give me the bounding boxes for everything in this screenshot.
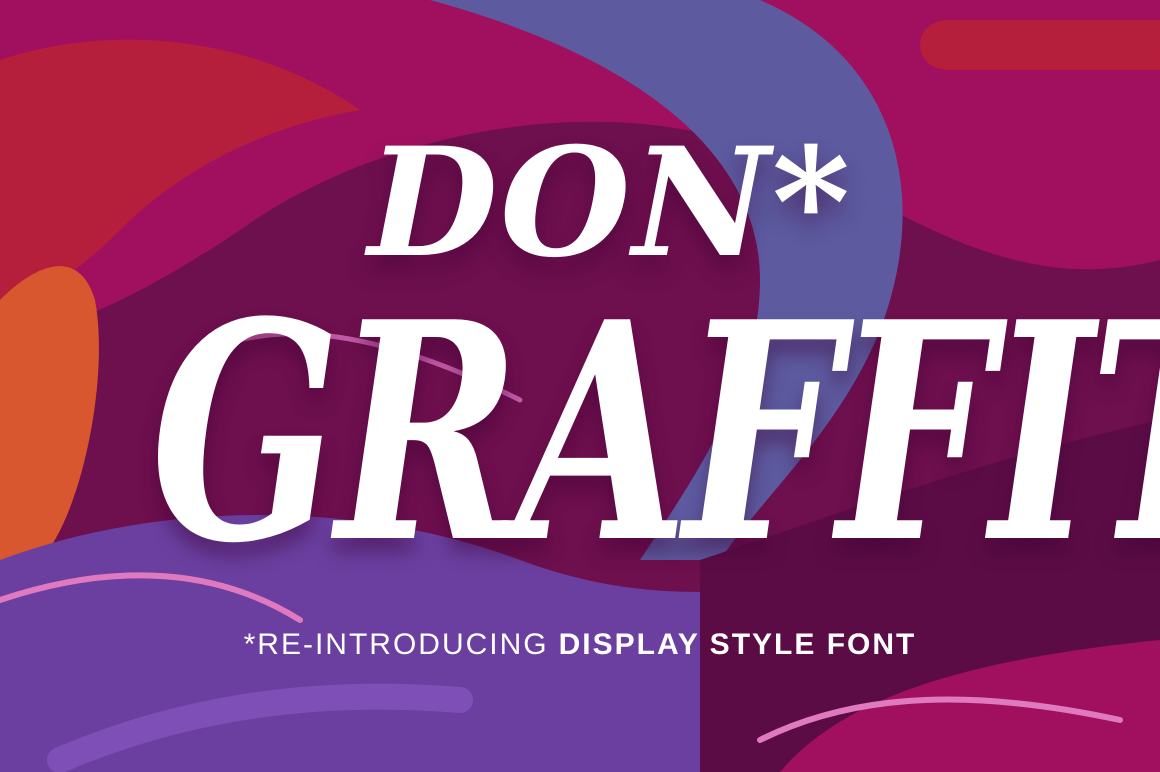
tagline-light-text: *RE-INTRODUCING <box>243 628 549 661</box>
bg-red-pill <box>920 20 1160 70</box>
title-main-word: GRAFFITI <box>150 256 1160 609</box>
poster-canvas: DON* GRAFFITI *RE-INTRODUCINGDISPLAY STY… <box>0 0 1160 772</box>
tagline: *RE-INTRODUCING DISPLAY STYLE FONT <box>0 628 1160 662</box>
tagline-bold-text: DISPLAY STYLE FONT <box>558 628 917 661</box>
